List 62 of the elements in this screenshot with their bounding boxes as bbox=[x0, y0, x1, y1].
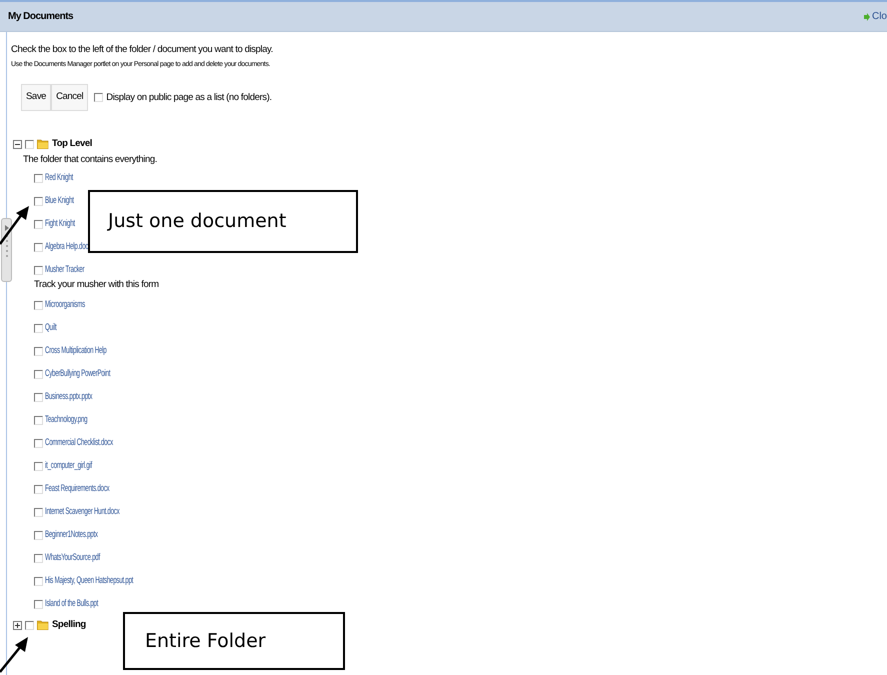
document-link[interactable]: Island of the Bulls.ppt bbox=[45, 597, 98, 612]
folder-description: The folder that contains everything. bbox=[23, 153, 158, 167]
checkbox[interactable] bbox=[25, 620, 34, 630]
folder-name[interactable]: Spelling bbox=[52, 618, 86, 632]
checkbox[interactable] bbox=[34, 439, 43, 448]
document-link[interactable]: Beginner1Notes.pptx bbox=[45, 528, 98, 543]
pointer-arrow bbox=[0, 637, 28, 673]
document-link[interactable]: Cross Multiplication Help bbox=[45, 344, 106, 359]
checkbox[interactable] bbox=[34, 485, 43, 494]
document-link[interactable]: Red Knight bbox=[45, 171, 73, 186]
callout-text: Entire Folder bbox=[145, 628, 266, 654]
checkbox[interactable] bbox=[34, 508, 43, 517]
option-label: Display on public page as a list (no folders). bbox=[106, 92, 272, 102]
callout-text: Just one document bbox=[108, 209, 286, 234]
document-link[interactable]: CyberBullying PowerPoint bbox=[45, 367, 110, 382]
document-link[interactable]: Business.pptx.pptx bbox=[45, 390, 92, 405]
side-handle[interactable] bbox=[1, 218, 12, 282]
checkbox[interactable] bbox=[34, 197, 43, 206]
folder-name[interactable]: Top Level bbox=[52, 136, 92, 152]
document-link[interactable]: Quilt bbox=[45, 321, 56, 336]
checkbox[interactable] bbox=[34, 301, 43, 310]
checkbox[interactable] bbox=[34, 220, 43, 229]
save-button[interactable]: Save bbox=[21, 84, 52, 111]
document-link[interactable]: Teachnology.png bbox=[45, 413, 88, 428]
checkbox[interactable] bbox=[34, 174, 43, 183]
document-link[interactable]: His Majesty, Queen Hatshepsut.ppt bbox=[45, 574, 134, 589]
checkbox[interactable] bbox=[34, 462, 43, 471]
checkbox[interactable] bbox=[34, 370, 43, 379]
document-link[interactable]: Blue Knight bbox=[45, 194, 74, 209]
checkbox[interactable] bbox=[34, 266, 43, 275]
document-link[interactable]: Microorganisms bbox=[45, 298, 85, 313]
document-link[interactable]: Feast Requirements.docx bbox=[45, 482, 110, 497]
checkbox[interactable] bbox=[34, 600, 43, 609]
pointer-arrow bbox=[0, 206, 29, 245]
checkbox[interactable] bbox=[34, 347, 43, 356]
document-link[interactable]: Algebra Help.doc bbox=[45, 240, 88, 255]
chevron-icon bbox=[4, 225, 8, 231]
checkbox[interactable] bbox=[34, 393, 43, 402]
document-link[interactable]: it_computer_girl.gif bbox=[45, 459, 92, 474]
expand-icon[interactable] bbox=[13, 620, 22, 630]
document-link[interactable]: Fight Knight bbox=[45, 217, 75, 232]
document-link[interactable]: WhatsYourSource.pdf bbox=[45, 551, 100, 566]
document-link[interactable]: Commercial Checklist.docx bbox=[45, 436, 113, 451]
document-description: Track your musher with this form bbox=[34, 278, 160, 292]
checkbox[interactable] bbox=[34, 416, 43, 425]
document-link[interactable]: Musher Tracker bbox=[45, 263, 84, 278]
close-link[interactable]: Clo bbox=[872, 9, 887, 24]
checkbox[interactable] bbox=[94, 92, 104, 102]
checkbox[interactable] bbox=[34, 243, 43, 252]
collapse-icon[interactable] bbox=[13, 140, 22, 148]
checkbox[interactable] bbox=[25, 140, 34, 148]
folder-icon bbox=[37, 620, 49, 630]
checkbox[interactable] bbox=[34, 554, 43, 563]
portlet-title: My Documents bbox=[8, 10, 74, 24]
checkbox[interactable] bbox=[34, 531, 43, 540]
document-link[interactable]: Internet Scavenger Hunt.docx bbox=[45, 505, 120, 520]
arrow-icon bbox=[864, 12, 870, 20]
checkbox[interactable] bbox=[34, 324, 43, 333]
instruction-text: Check the box to the left of the folder / document you want to display. bbox=[11, 44, 274, 56]
cancel-button[interactable]: Cancel bbox=[51, 84, 88, 111]
folder-icon bbox=[37, 139, 49, 149]
checkbox[interactable] bbox=[34, 577, 43, 586]
